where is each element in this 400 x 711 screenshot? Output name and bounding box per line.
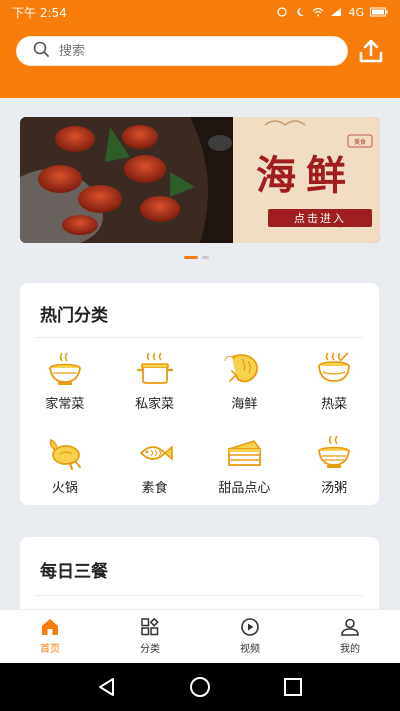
tab-label: 我的 [340, 644, 360, 655]
category-label: 热菜 [321, 397, 348, 412]
banner-enter-button[interactable]: 点击进入 [294, 212, 346, 225]
carousel-indicator [184, 256, 209, 259]
carousel-dot-active[interactable] [184, 256, 198, 259]
cooking-pot-icon [136, 352, 173, 384]
signal-icon [330, 7, 342, 17]
category-label: 家常菜 [45, 397, 85, 412]
category-private-kitchen[interactable]: 私家菜 [110, 345, 200, 429]
divider [35, 595, 364, 596]
category-label: 素食 [141, 481, 168, 496]
banner-seafood[interactable]: 美食 海鲜 点击进入 [20, 117, 380, 243]
daily-meals-title: 每日三餐 [40, 562, 108, 582]
home-circle-icon[interactable] [188, 675, 212, 699]
moon-icon [294, 7, 306, 17]
category-label: 海鲜 [231, 397, 258, 412]
category-vegetarian[interactable]: 素食 [110, 429, 200, 513]
tab-label: 分类 [140, 644, 160, 655]
divider [35, 337, 364, 338]
wifi-icon [312, 7, 324, 17]
carousel-dot[interactable] [202, 256, 209, 259]
status-bar: 下午 2:54 4G [0, 0, 400, 24]
grid-icon [141, 618, 159, 636]
category-home-cooking[interactable]: 家常菜 [20, 345, 110, 429]
category-label: 甜品点心 [218, 481, 271, 496]
upload-icon[interactable] [358, 38, 384, 64]
category-soup[interactable]: 汤粥 [289, 429, 379, 513]
category-dessert[interactable]: 甜品点心 [200, 429, 290, 513]
banner-title: 海鲜 [256, 152, 356, 199]
tab-label: 首页 [40, 644, 60, 655]
category-label: 火锅 [51, 481, 78, 496]
search-input[interactable] [59, 43, 279, 59]
bottom-tab-bar: 首页 分类 视频 我的 [0, 609, 400, 663]
user-icon [341, 618, 359, 636]
category-label: 私家菜 [135, 397, 175, 412]
category-grid: 家常菜 私家菜 海鲜 热菜 火锅 素食 甜品点心 汤粥 [20, 345, 379, 513]
tab-label: 视频 [240, 644, 260, 655]
header [0, 24, 400, 98]
category-hotpot[interactable]: 火锅 [20, 429, 110, 513]
category-label: 汤粥 [321, 481, 348, 496]
search-bar[interactable] [16, 36, 348, 66]
tab-home[interactable]: 首页 [0, 610, 100, 663]
banner-stamp: 美食 [354, 138, 366, 146]
network-type: 4G [348, 5, 364, 19]
shrimp-icon [224, 354, 259, 383]
category-hot-dish[interactable]: 热菜 [289, 345, 379, 429]
soup-bowl-icon [318, 435, 351, 468]
home-icon [42, 619, 58, 635]
back-icon[interactable] [95, 675, 119, 699]
status-time: 下午 2:54 [12, 5, 67, 20]
fish-icon [139, 445, 173, 461]
hot-categories-card: 热门分类 家常菜 私家菜 海鲜 热菜 火锅 素食 甜品点心 汤粥 [20, 283, 379, 505]
hot-bowl-icon [318, 352, 351, 382]
noodle-bowl-icon [48, 352, 81, 385]
cake-icon [228, 440, 262, 466]
search-icon [33, 41, 49, 61]
tab-profile[interactable]: 我的 [300, 610, 400, 663]
tab-video[interactable]: 视频 [200, 610, 300, 663]
roast-chicken-icon [49, 438, 81, 470]
play-icon [241, 618, 259, 636]
alarm-icon [276, 7, 288, 17]
category-seafood[interactable]: 海鲜 [200, 345, 290, 429]
system-navigation-bar [0, 663, 400, 711]
recents-square-icon[interactable] [281, 675, 305, 699]
battery-icon [370, 7, 388, 17]
tab-category[interactable]: 分类 [100, 610, 200, 663]
hot-categories-title: 热门分类 [40, 306, 108, 326]
status-icons: 4G [276, 6, 388, 19]
